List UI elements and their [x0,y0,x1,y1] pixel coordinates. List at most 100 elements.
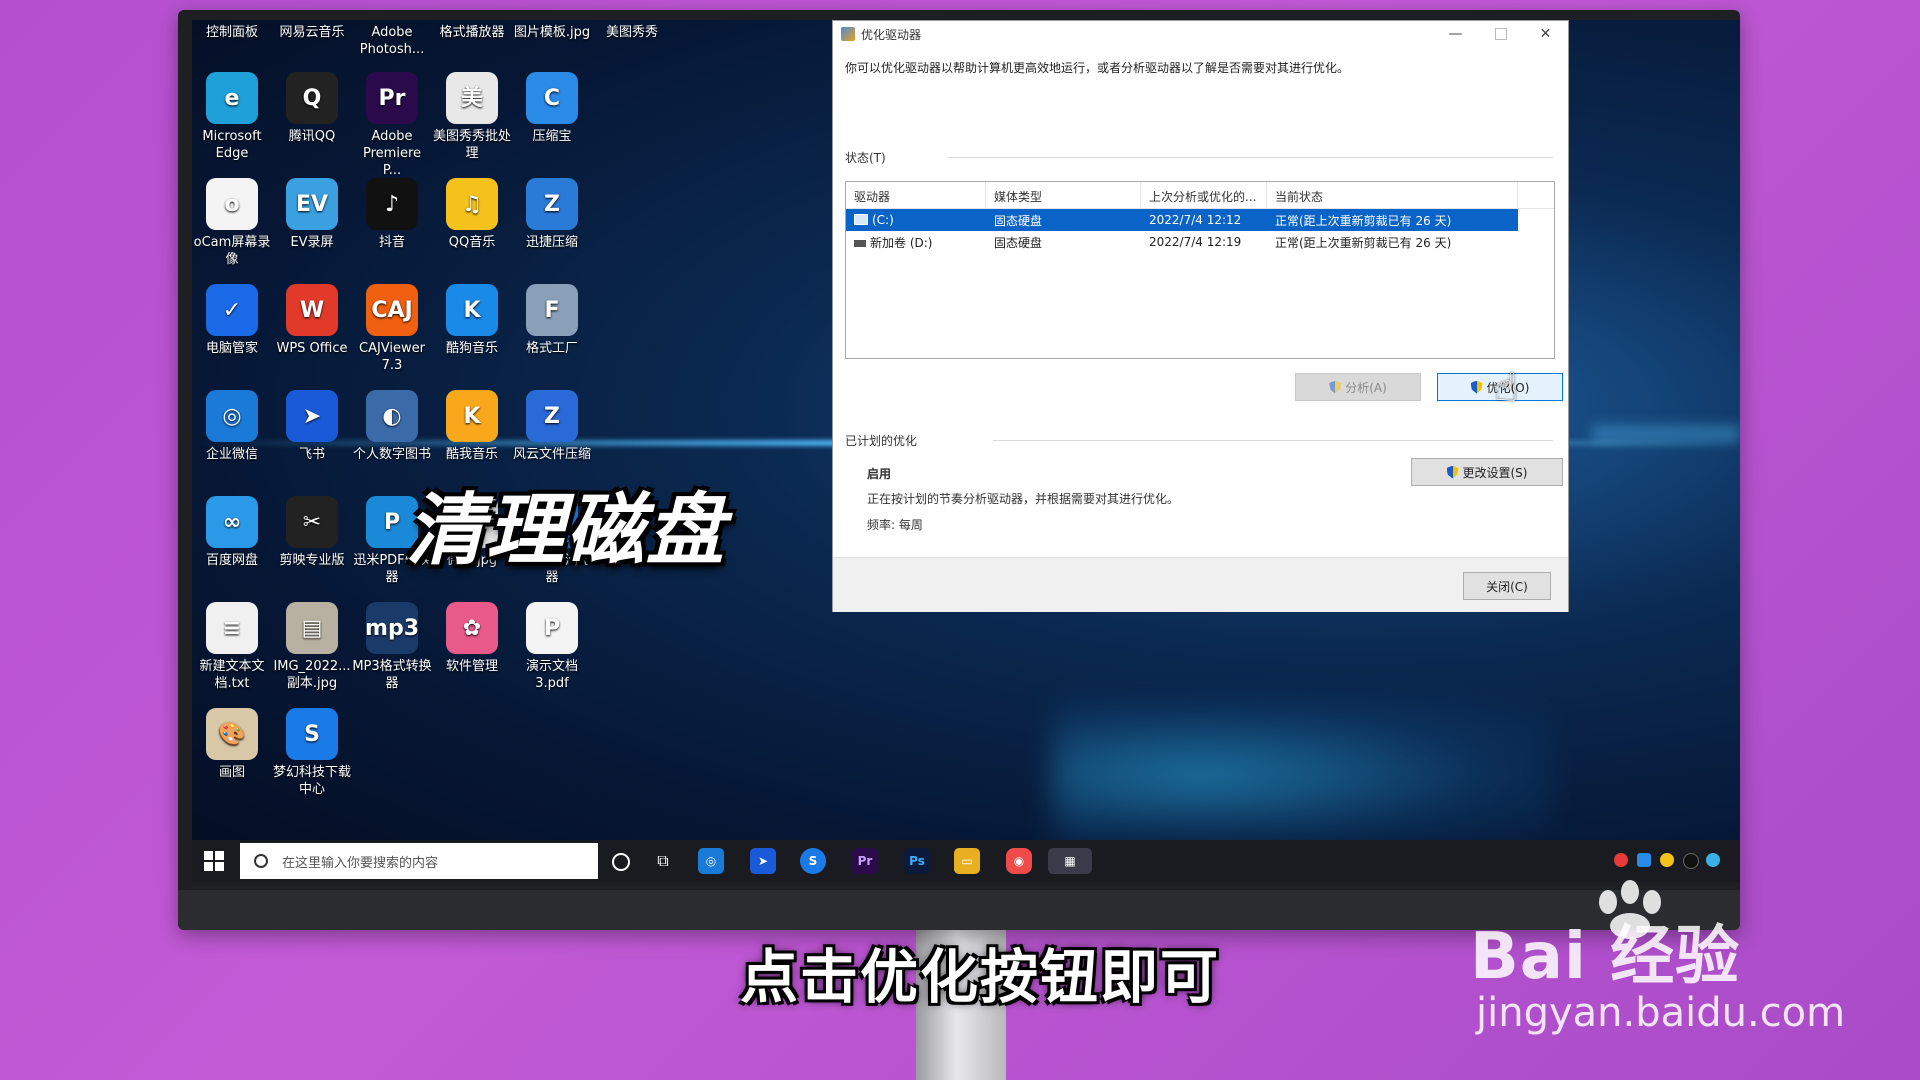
desktop-icon[interactable]: ➤ 飞书 [272,390,352,463]
taskbar-search[interactable]: 在这里输入你要搜索的内容 [240,843,598,879]
wecom-taskbar-icon[interactable]: ◎ [698,848,724,874]
desktop-icon[interactable]: ≡ 新建文本文档.txt [192,602,272,692]
change-settings-button[interactable]: 更改设置(S) [1411,458,1563,486]
app-icon: P [526,602,578,654]
drive-name: 新加卷 (D:) [846,234,986,251]
desktop-icon-label: 软件管理 [445,659,498,674]
desktop-icon[interactable]: mp3 MP3格式转换器 [352,602,432,692]
desktop-icon[interactable]: K 酷我音乐 [432,390,512,463]
start-icon[interactable] [204,851,224,871]
col-header-status[interactable]: 当前状态 [1267,182,1518,208]
app-icon: Z [526,390,578,442]
feishu-taskbar-icon[interactable]: ➤ [750,848,776,874]
sogou-browser-taskbar-icon[interactable]: S [800,848,826,874]
app-icon: e [206,72,258,124]
tray-icon-3[interactable] [1660,853,1674,867]
col-header-media[interactable]: 媒体类型 [986,182,1141,208]
desktop-icon-label[interactable]: 美图秀秀 [592,24,672,41]
desktop-icon[interactable]: K 酷狗音乐 [432,284,512,357]
desktop-icon-label: 腾讯QQ [288,129,336,144]
desktop-icon-label[interactable]: 格式播放器 [432,24,512,41]
app-icon: ◐ [366,390,418,442]
col-header-drive[interactable]: 驱动器 [846,182,986,208]
desktop-icon[interactable]: ✂ 剪映专业版 [272,496,352,569]
desktop-screen: 控制面板 网易云音乐 Adobe Photosh... 格式播放器 图片模板.jpg 美图… [192,20,1740,882]
meitu-taskbar-icon[interactable]: ◉ [1006,848,1032,874]
app-icon: Z [526,178,578,230]
desktop-icon-label[interactable]: 网易云音乐 [272,24,352,41]
app-icon: ◎ [206,390,258,442]
desktop-icon[interactable]: W WPS Office [272,284,352,357]
desktop-icon-label: Adobe Premiere P... [363,129,421,178]
desktop-icon[interactable]: EV EV录屏 [272,178,352,251]
desktop-icon[interactable]: ✓ 电脑管家 [192,284,272,357]
task-view-icon[interactable]: ⧉ [650,848,676,874]
desktop-icon[interactable]: P 演示文档3.pdf [512,602,592,692]
desktop-icon[interactable]: ∞ 百度网盘 [192,496,272,569]
desktop-icon[interactable]: ✿ 软件管理 [432,602,512,675]
col-header-last[interactable]: 上次分析或优化的... [1141,182,1267,208]
desktop-icon[interactable]: F 格式工厂 [512,284,592,357]
schedule-enabled: 启用 [867,467,892,481]
desktop-icon[interactable]: CAJ CAJViewer 7.3 [352,284,432,374]
desktop-icon[interactable]: ♪ 抖音 [352,178,432,251]
minimize-button[interactable]: — [1433,21,1478,47]
photoshop-taskbar-icon[interactable]: Ps [904,848,930,874]
desktop-icon[interactable]: Q 腾讯QQ [272,72,352,145]
app-icon: S [286,708,338,760]
app-icon: o [206,178,258,230]
desktop-icon[interactable]: ♫ QQ音乐 [432,178,512,251]
app-icon: Q [286,72,338,124]
desktop-icon[interactable]: ◐ 个人数字图书 [352,390,432,463]
close-icon[interactable]: ✕ [1523,21,1568,47]
defrag-app-icon [841,27,855,41]
file-explorer-icon[interactable]: ▭ [954,848,980,874]
desktop-icon-label: 抖音 [378,235,405,250]
app-icon: ♫ [446,178,498,230]
app-icon: 🎨 [206,708,258,760]
desktop-icon[interactable]: 🎨 画图 [192,708,272,781]
desktop-icon[interactable]: o oCam屏幕录像 [192,178,272,268]
status-divider [948,157,1553,158]
drive-row-d[interactable]: 新加卷 (D:) 固态硬盘 2022/7/4 12:19 正常(距上次重新剪裁已… [846,231,1554,253]
watermark-url: jingyan.baidu.com [1476,990,1846,1036]
desktop-icon[interactable]: e Microsoft Edge [192,72,272,162]
drive-last: 2022/7/4 12:19 [1149,235,1242,249]
desktop-icon[interactable]: ▤ IMG_2022...副本.jpg [272,602,352,692]
shield-icon [1329,380,1342,394]
desktop-icon-label: 格式工厂 [525,341,578,356]
cortana-icon[interactable] [612,853,630,871]
tray-icon-5[interactable] [1706,853,1720,867]
desktop-icon[interactable]: 美美图秀秀批处理 [432,72,512,162]
defrag-taskbar-icon[interactable]: ▦ [1048,848,1092,874]
desktop-icon-label[interactable]: 控制面板 [192,24,272,41]
desktop-icon-label[interactable]: 图片模板.jpg [512,24,592,41]
scheduled-divider [993,440,1553,441]
maximize-button[interactable] [1478,21,1523,47]
drive-row-c[interactable]: (C:) 固态硬盘 2022/7/4 12:12 正常(距上次重新剪裁已有 26… [846,209,1518,231]
desktop-icon-label: 新建文本文档.txt [199,659,265,691]
desktop-icon[interactable]: Z 风云文件压缩 [512,390,592,463]
premiere-taskbar-icon[interactable]: Pr [852,848,878,874]
app-icon: EV [286,178,338,230]
analyze-button[interactable]: 分析(A) [1295,373,1421,401]
drive-media: 固态硬盘 [994,235,1043,250]
desktop-icon-label[interactable]: Adobe Photosh... [352,24,432,58]
desktop-icon-label: 梦幻科技下载中心 [272,765,351,797]
desktop-icon[interactable]: Pr Adobe Premiere P... [352,72,432,179]
close-button[interactable]: 关闭(C) [1463,572,1551,600]
desktop-icon[interactable]: C 压缩宝 [512,72,592,145]
tray-icon-1[interactable] [1614,853,1628,867]
desktop-icon-label: 个人数字图书 [352,447,431,462]
app-icon: ♪ [366,178,418,230]
drive-list[interactable]: 驱动器 媒体类型 上次分析或优化的... 当前状态 (C:) 固态硬盘 2022… [845,181,1555,359]
desktop-icon[interactable]: Z 迅捷压缩 [512,178,592,251]
desktop-icon-label: Microsoft Edge [202,129,262,161]
app-icon: ➤ [286,390,338,442]
tray-icon-2[interactable] [1637,853,1651,867]
desktop-icon-label: 迅捷压缩 [525,235,578,250]
watermark-brand: Bai 经验 [1470,920,1741,994]
desktop-icon[interactable]: ◎ 企业微信 [192,390,272,463]
desktop-icon[interactable]: S 梦幻科技下载中心 [272,708,352,798]
tray-icon-4[interactable] [1683,853,1699,869]
